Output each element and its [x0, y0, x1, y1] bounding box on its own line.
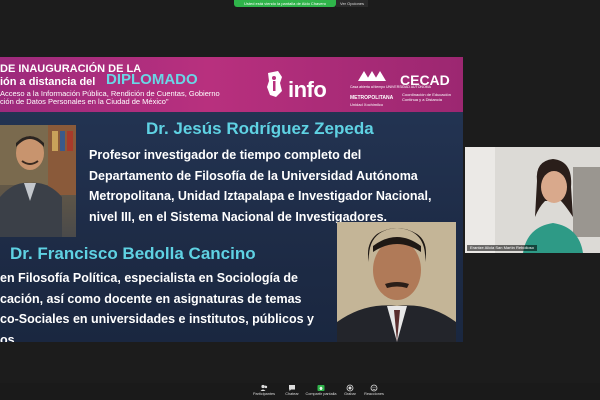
speaker1-bio-line: Profesor investigador de tiempo completo… [89, 148, 362, 162]
banner-diplomado: DIPLOMADO [106, 71, 198, 88]
participants-count: 50 [262, 384, 267, 389]
cecad-subtitle-2: Continua y a Distancia [402, 97, 443, 102]
record-icon [346, 384, 354, 392]
speaker2-bio-line: cación, así como docente en asignaturas … [0, 291, 302, 306]
reactions-button[interactable]: Reacciones [354, 384, 394, 397]
participant-name-label: Erantze Alicia San Martín Rebolloso [467, 245, 537, 251]
banner-line-2: ión a distancia del [0, 76, 96, 88]
chat-icon [289, 385, 295, 391]
uam-name: METROPOLITANA [350, 95, 394, 101]
participant-video [465, 147, 600, 253]
cecad-logo-text: CECAD [400, 72, 450, 88]
meeting-toolbar: Participantes Chatear Compartir pantalla… [0, 383, 600, 400]
info-logo-icon [267, 71, 282, 97]
uam-tagline: Casa abierta al tiempo UNIVERSIDAD AUTÓN… [350, 85, 431, 89]
speaker2-name: Dr. Francisco Bedolla Cancino [10, 244, 256, 263]
info-logo-text: info [288, 77, 327, 102]
shared-slide: DE INAUGURACIÓN DE LA ión a distancia de… [0, 57, 463, 342]
speaker2-bio-line: en Filosofía Política, especialista en S… [0, 271, 299, 285]
speaker1-bio-line: Metropolitana, Unidad Iztapalapa e Inves… [89, 189, 432, 203]
speaker2-bio-line: co-Sociales en universidades e instituto… [0, 312, 314, 326]
uam-unit: Unidad Xochimilco [350, 102, 384, 107]
speaker2-portrait [337, 222, 456, 342]
speaker1-name: Dr. Jesús Rodríguez Zepeda [146, 119, 374, 138]
speaker1-photo [0, 125, 76, 237]
uam-logo: Casa abierta al tiempo UNIVERSIDAD AUTÓN… [350, 69, 431, 109]
banner-line-4: ción de Datos Personales en la Ciudad de… [0, 97, 169, 106]
speaker2-photo [337, 222, 456, 342]
reactions-label: Reacciones [364, 392, 384, 396]
info-logo: info [264, 69, 342, 105]
participant-video-tile[interactable]: Erantze Alicia San Martín Rebolloso [465, 147, 600, 253]
screen-share-indicator[interactable]: Usted está viendo la pantalla de Aldo Ch… [234, 0, 336, 7]
slide-banner: DE INAUGURACIÓN DE LA ión a distancia de… [0, 57, 463, 112]
speaker1-bio-line: Departamento de Filosofía de la Universi… [89, 168, 418, 183]
speaker2-bio: en Filosofía Política, especialista en S… [0, 268, 314, 342]
speaker1-portrait [0, 125, 76, 237]
cecad-logo: CECAD Coordinación de Educación Continua… [400, 72, 460, 108]
banner-title: DE INAUGURACIÓN DE LA ión a distancia de… [0, 57, 220, 112]
share-screen-icon [317, 385, 325, 391]
speaker1-bio: Profesor investigador de tiempo completo… [89, 145, 447, 227]
speaker2-bio-line: os. [0, 332, 19, 343]
uam-logo-icon [358, 71, 386, 81]
reactions-icon [370, 384, 378, 392]
view-options-button[interactable]: Ver Opciones [336, 0, 369, 7]
